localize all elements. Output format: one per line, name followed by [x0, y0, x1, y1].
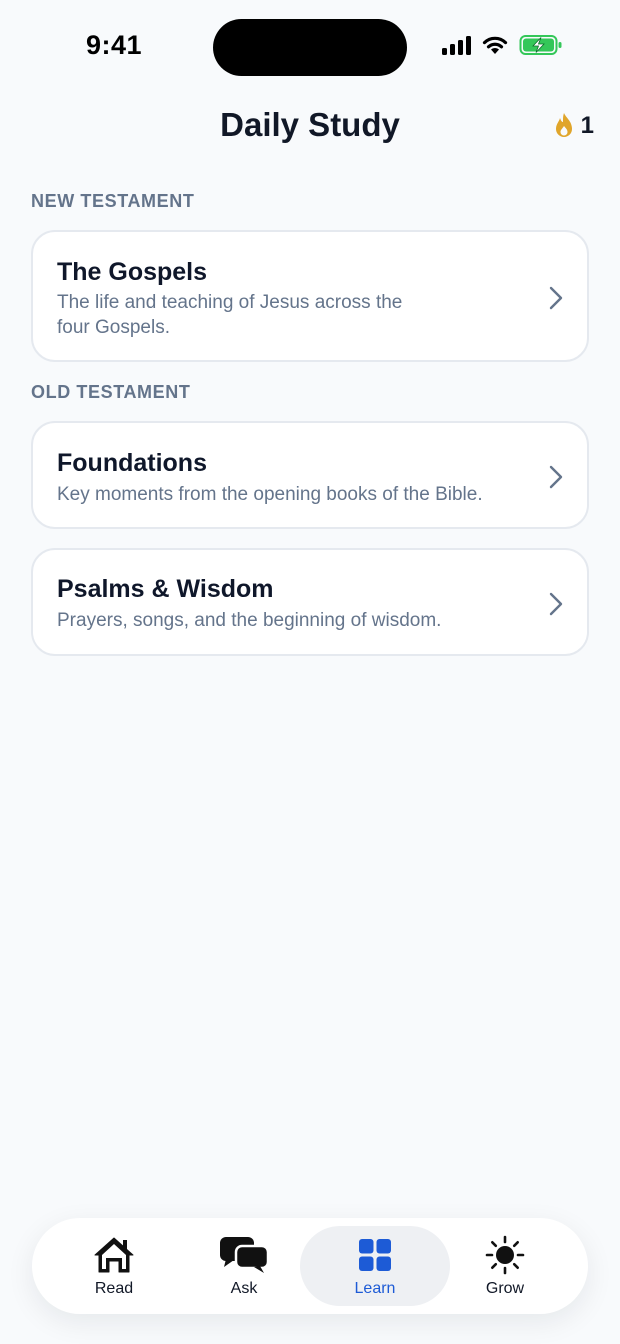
tab-label: Learn [354, 1280, 396, 1297]
card-title: Foundations [57, 449, 207, 477]
wifi-icon [482, 36, 508, 54]
card-title: The Gospels [57, 258, 208, 286]
status-time: 9:41 [86, 30, 143, 60]
chevron-right-icon [549, 465, 563, 489]
dynamic-island [213, 19, 407, 76]
grid-icon [359, 1239, 391, 1271]
chevron-right-icon [549, 592, 563, 616]
streak-count: 1 [580, 112, 594, 139]
house-icon [94, 1237, 134, 1273]
streak-counter[interactable]: 1 [553, 112, 594, 140]
card-foundations[interactable]: Foundations Key moments from the opening… [31, 421, 589, 529]
status-icons [442, 34, 563, 56]
card-the-gospels[interactable]: The Gospels The life and teaching of Jes… [31, 230, 589, 362]
status-bar: 9:41 [0, 0, 620, 96]
card-description: The life and teaching of Jesus across th… [57, 292, 403, 338]
section-label-old-testament: OLD TESTAMENT [31, 382, 191, 402]
tab-ask[interactable]: Ask [169, 1226, 319, 1306]
card-description: Prayers, songs, and the beginning of wis… [57, 610, 442, 631]
tab-grow[interactable]: Grow [430, 1226, 580, 1306]
section-label-new-testament: NEW TESTAMENT [31, 191, 195, 211]
battery-charging-icon [519, 35, 562, 55]
tab-label: Read [94, 1280, 134, 1297]
tab-label: Grow [485, 1280, 525, 1297]
tab-read[interactable]: Read [39, 1226, 189, 1306]
page-title: Daily Study [220, 106, 400, 143]
cellular-signal-icon [442, 35, 471, 55]
chevron-right-icon [549, 286, 563, 310]
tab-label: Ask [230, 1280, 258, 1297]
tab-bar: Read Ask Learn Grow [32, 1218, 588, 1314]
sun-icon [485, 1235, 525, 1275]
flame-icon [555, 113, 572, 137]
card-psalms-wisdom[interactable]: Psalms & Wisdom Prayers, songs, and the … [31, 548, 589, 656]
card-title: Psalms & Wisdom [57, 575, 274, 603]
chat-bubbles-icon [220, 1237, 270, 1273]
tab-learn[interactable]: Learn [300, 1226, 450, 1306]
card-description: Key moments from the opening books of th… [57, 484, 483, 505]
